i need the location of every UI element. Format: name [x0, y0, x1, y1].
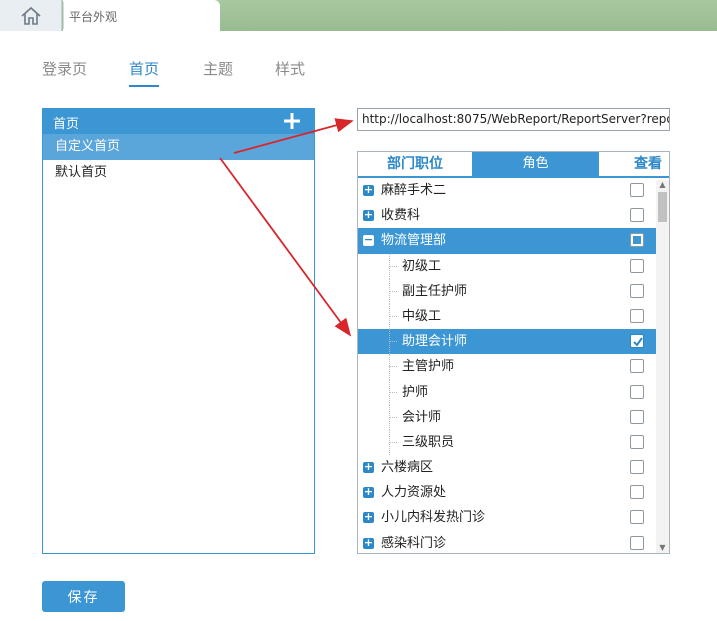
tree-guide-branch [389, 341, 397, 343]
view-permission-checkbox[interactable] [630, 208, 644, 223]
tab-separator [63, 2, 64, 29]
tree-node-label: 收费科 [381, 208, 421, 224]
tree-row[interactable]: 三级职员 [358, 429, 669, 456]
tree-guide-branch [389, 315, 397, 317]
tree-node-label: 物流管理部 [381, 233, 447, 249]
expand-icon[interactable]: + [363, 511, 374, 524]
tree-guide-branch [389, 265, 397, 267]
tree-row[interactable]: 中级工 [358, 303, 669, 330]
view-permission-checkbox[interactable] [630, 334, 644, 349]
scroll-up-icon[interactable]: ▲ [656, 180, 669, 190]
tree-row[interactable]: 初级工 [358, 253, 669, 279]
tree-node-label: 三级职员 [402, 434, 455, 450]
tree-guide-branch [389, 416, 397, 418]
tab-role[interactable]: 角色 [472, 152, 599, 176]
home-button[interactable] [0, 0, 62, 31]
top-bar: 平台外观 [0, 0, 717, 31]
view-permission-checkbox[interactable] [630, 308, 644, 323]
tree-node-label: 主管护师 [402, 359, 455, 375]
view-permission-checkbox[interactable] [630, 359, 644, 374]
tree-row[interactable]: + 六楼病区 [358, 455, 669, 480]
view-permission-checkbox[interactable] [630, 434, 644, 449]
tab-theme[interactable]: 主题 [203, 58, 233, 85]
plus-icon [284, 113, 300, 129]
url-input[interactable]: http://localhost:8075/WebReport/ReportSe… [357, 108, 670, 131]
tree-row[interactable]: + 小儿内科发热门诊 [358, 505, 669, 530]
list-item-custom-homepage[interactable]: 自定义首页 [43, 134, 314, 160]
scroll-down-icon[interactable]: ▼ [656, 543, 669, 553]
tree-node-label: 会计师 [402, 409, 442, 425]
tree-node-label: 人力资源处 [381, 485, 447, 501]
tree-row[interactable]: − 物流管理部 [358, 228, 669, 254]
tab-login-page[interactable]: 登录页 [42, 58, 87, 85]
expand-icon[interactable]: + [363, 486, 374, 499]
tree-row[interactable]: + 麻醉手术二 [358, 178, 669, 203]
tree-guide-branch [389, 290, 397, 292]
expand-icon[interactable]: + [363, 184, 374, 196]
tree-row[interactable]: + 人力资源处 [358, 480, 669, 505]
tree-row[interactable]: 护师 [358, 379, 669, 405]
tree-row[interactable]: + 感染科门诊 [358, 531, 669, 553]
view-permission-checkbox[interactable] [630, 535, 644, 550]
scrollbar-thumb[interactable] [658, 192, 667, 222]
tree-node-label: 副主任护师 [402, 283, 468, 299]
view-permission-checkbox[interactable] [630, 183, 644, 197]
tab-title: 平台外观 [69, 10, 118, 24]
view-permission-checkbox[interactable] [630, 233, 644, 248]
tab-style[interactable]: 样式 [275, 58, 305, 85]
tab-department-position[interactable]: 部门职位 [358, 152, 472, 176]
tree-node-label: 助理会计师 [402, 334, 468, 350]
expand-icon[interactable]: + [363, 461, 374, 474]
view-permission-checkbox[interactable] [630, 384, 644, 399]
tree-scrollbar[interactable]: ▲ ▼ [656, 180, 669, 553]
tab-platform-appearance[interactable]: 平台外观 [63, 0, 220, 31]
tree-node-label: 麻醉手术二 [381, 183, 447, 198]
tree-node-label: 护师 [402, 384, 429, 400]
tree-guide-branch [389, 391, 397, 393]
tree-guide-branch [389, 366, 397, 368]
tree-node-label: 中级工 [402, 308, 442, 324]
homepage-list-header: 首页 [43, 109, 314, 134]
tab-home-page[interactable]: 首页 [129, 58, 160, 87]
tree-row[interactable]: 助理会计师 [358, 329, 669, 355]
view-permission-checkbox[interactable] [630, 283, 644, 298]
checkmark-icon [633, 337, 643, 347]
tree-node-label: 小儿内科发热门诊 [381, 510, 486, 526]
view-permission-checkbox[interactable] [630, 409, 644, 424]
view-permission-checkbox[interactable] [630, 258, 644, 273]
add-homepage-button[interactable] [282, 111, 302, 131]
save-button[interactable]: 保存 [42, 581, 125, 612]
view-permission-checkbox[interactable] [630, 460, 644, 475]
tree-node-label: 六楼病区 [381, 460, 434, 476]
view-column-header: 查看 [634, 156, 662, 172]
view-permission-checkbox[interactable] [630, 510, 644, 525]
homepage-list-panel: 首页 自定义首页 默认首页 [42, 108, 315, 554]
tree-row[interactable]: 副主任护师 [358, 278, 669, 304]
view-permission-checkbox[interactable] [630, 485, 644, 500]
permission-tree-panel: 部门职位 角色 查看 + 麻醉手术二 + 收费科 − 物流管理部 初级工 副主任护师 中级工 助理… [357, 151, 670, 554]
tree-guide-branch [389, 441, 397, 443]
permission-tree: + 麻醉手术二 + 收费科 − 物流管理部 初级工 副主任护师 中级工 助理会计师 主管护师 护师 会计… [358, 178, 669, 553]
tree-node-label: 感染科门诊 [381, 535, 447, 551]
tree-row[interactable]: + 收费科 [358, 203, 669, 228]
expand-icon[interactable]: + [363, 209, 374, 222]
tree-row[interactable]: 会计师 [358, 404, 669, 430]
collapse-icon[interactable]: − [363, 234, 374, 247]
home-icon [20, 6, 41, 25]
tree-node-label: 初级工 [402, 258, 442, 274]
homepage-list-title: 首页 [53, 117, 80, 132]
list-item-default-homepage[interactable]: 默认首页 [43, 160, 314, 186]
permission-tabs: 部门职位 角色 查看 [358, 152, 669, 178]
expand-icon[interactable]: + [363, 537, 374, 549]
tree-row[interactable]: 主管护师 [358, 354, 669, 380]
